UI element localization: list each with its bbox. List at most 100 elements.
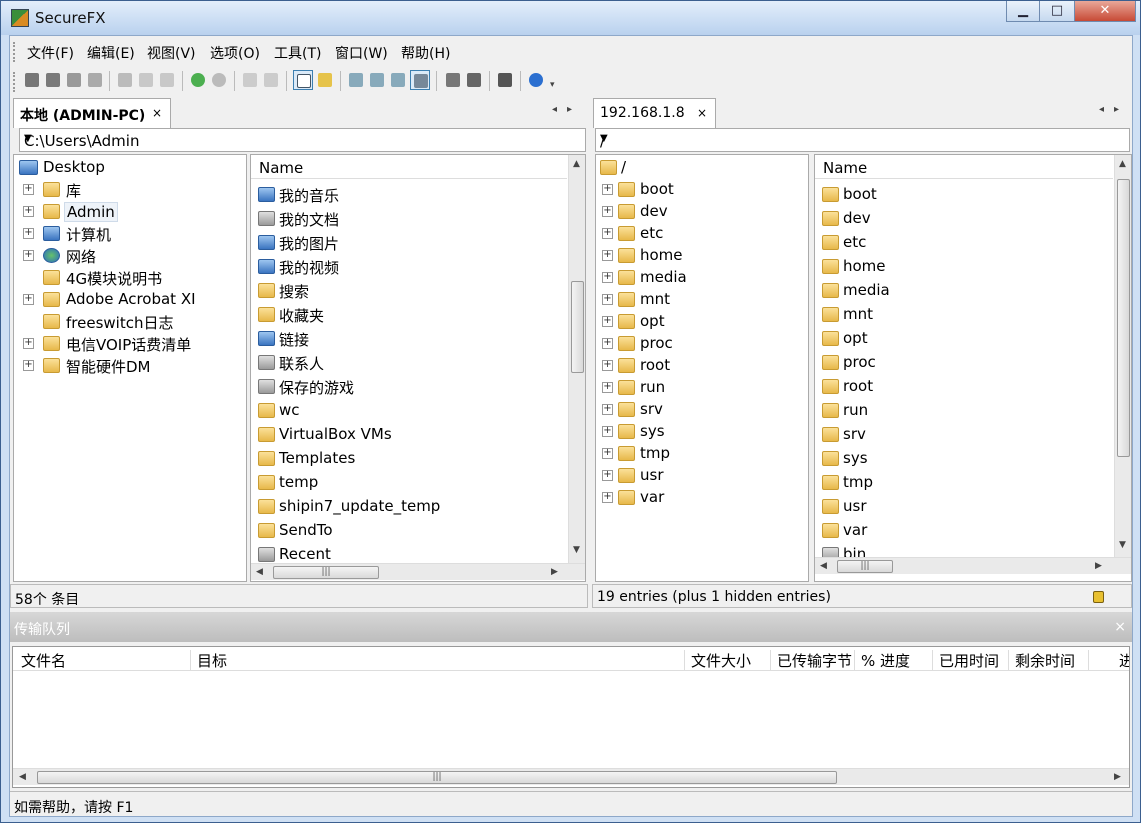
scroll-left-icon[interactable]: ◀ [256,567,263,577]
delete-button[interactable] [240,70,260,90]
expand-icon[interactable]: + [602,448,613,459]
list-item[interactable]: 收藏夹 [251,303,567,327]
expand-icon[interactable]: + [602,404,613,415]
list-item[interactable]: home [815,255,1113,279]
details-button[interactable] [410,70,430,90]
paste-button[interactable] [157,70,177,90]
list-item[interactable]: 链接 [251,327,567,351]
tab-remote-close-icon[interactable]: × [697,106,707,120]
scrollbar-thumb[interactable] [571,281,584,373]
list-item[interactable]: shipin7_update_temp [251,495,567,519]
stop-button[interactable] [209,70,229,90]
chevron-down-icon[interactable]: ▼ [24,133,581,144]
list-item[interactable]: media [815,279,1113,303]
scroll-up-icon[interactable]: ▲ [573,159,580,169]
list-item[interactable]: mnt [815,303,1113,327]
list-item[interactable]: dev [815,207,1113,231]
column-header-target[interactable]: 目标 [191,650,685,670]
list-item[interactable]: run [815,399,1113,423]
list-item[interactable]: usr [815,495,1113,519]
properties-button[interactable] [261,70,281,90]
keymap-button[interactable] [495,70,515,90]
global-options-button[interactable] [464,70,484,90]
list-item[interactable]: VirtualBox VMs [251,423,567,447]
scrollbar-thumb[interactable]: ||| [273,566,379,579]
tab-remote[interactable]: 192.168.1.8 × [593,98,716,128]
expand-icon[interactable]: + [602,316,613,327]
transfer-queue-close-icon[interactable]: × [1114,619,1126,635]
menu-tools[interactable]: 工具(T) [274,43,321,63]
list-item[interactable]: Recent [251,543,567,563]
list-item[interactable]: proc [815,351,1113,375]
menu-edit[interactable]: 编辑(E) [87,43,135,63]
list-item[interactable]: 我的图片 [251,231,567,255]
list-item[interactable]: 搜索 [251,279,567,303]
expand-icon[interactable]: + [602,470,613,481]
scrollbar-thumb[interactable]: ||| [37,771,837,784]
column-header-name[interactable]: Name [251,155,567,179]
upload-button[interactable] [315,70,335,90]
list-item[interactable]: temp [251,471,567,495]
local-tab-nav-arrows[interactable]: ◂▸ [552,104,582,115]
tab-local-close-icon[interactable]: × [152,106,162,120]
list-item[interactable]: bin [815,543,1113,557]
expand-icon[interactable]: + [23,250,34,261]
scroll-left-icon[interactable]: ◀ [19,772,26,782]
maximize-button[interactable]: □ [1039,1,1075,22]
local-pane-button[interactable] [293,70,313,90]
menu-file[interactable]: 文件(F) [27,43,74,63]
list-item[interactable]: Templates [251,447,567,471]
list-item[interactable]: var [815,519,1113,543]
remote-horizontal-scrollbar[interactable]: ◀ ||| ▶ [815,557,1131,574]
minimize-button[interactable]: ▁ [1006,1,1040,22]
close-button[interactable]: ✕ [1074,1,1136,22]
list-item[interactable]: root [815,375,1113,399]
list-item[interactable]: 联系人 [251,351,567,375]
local-vertical-scrollbar[interactable]: ▲ ▼ [568,155,585,563]
list-item[interactable]: wc [251,399,567,423]
scroll-right-icon[interactable]: ▶ [1114,772,1121,782]
list-item[interactable]: etc [815,231,1113,255]
list-button[interactable] [388,70,408,90]
help-button[interactable] [526,70,546,90]
list-item[interactable]: boot [815,183,1113,207]
copy-button[interactable] [136,70,156,90]
scroll-left-icon[interactable]: ◀ [820,561,827,571]
list-item[interactable]: SendTo [251,519,567,543]
list-item[interactable]: 我的文档 [251,207,567,231]
column-header-progress[interactable]: % 进度 [855,650,933,670]
column-header-name[interactable]: Name [815,155,1113,179]
column-header-speed[interactable]: 进 [1113,650,1129,670]
session-options-button[interactable] [443,70,463,90]
list-item[interactable]: 保存的游戏 [251,375,567,399]
column-header-bytes-transferred[interactable]: 已传输字节 [771,650,855,670]
menu-view[interactable]: 视图(V) [147,43,196,63]
queue-horizontal-scrollbar[interactable]: ◀ ||| ▶ [13,768,1129,785]
large-icons-button[interactable] [346,70,366,90]
remote-vertical-scrollbar[interactable]: ▲ ▼ [1114,155,1131,557]
refresh-button[interactable] [188,70,208,90]
column-header-filesize[interactable]: 文件大小 [685,650,771,670]
connect-button[interactable] [22,70,42,90]
toolbar-overflow-icon[interactable]: ▾ [550,80,555,90]
expand-icon[interactable]: + [23,294,34,305]
title-bar[interactable]: SecureFX ▁ □ ✕ [1,1,1140,35]
expand-icon[interactable]: + [602,206,613,217]
scroll-up-icon[interactable]: ▲ [1119,159,1126,169]
scroll-down-icon[interactable]: ▼ [1119,540,1126,550]
column-header-elapsed[interactable]: 已用时间 [933,650,1009,670]
menu-options[interactable]: 选项(O) [210,43,260,63]
scroll-down-icon[interactable]: ▼ [573,545,580,555]
local-path-combo[interactable]: C:\Users\Admin ▼ [19,128,586,152]
expand-icon[interactable]: + [23,338,34,349]
column-header-filename[interactable]: 文件名 [15,650,191,670]
expand-icon[interactable]: + [602,184,613,195]
expand-icon[interactable]: + [602,382,613,393]
expand-icon[interactable]: + [602,250,613,261]
local-horizontal-scrollbar[interactable]: ◀ ||| ▶ [251,563,585,580]
list-item[interactable]: sys [815,447,1113,471]
scroll-right-icon[interactable]: ▶ [1095,561,1102,571]
list-item[interactable]: opt [815,327,1113,351]
column-header-remaining[interactable]: 剩余时间 [1009,650,1089,670]
list-item[interactable]: 我的视频 [251,255,567,279]
